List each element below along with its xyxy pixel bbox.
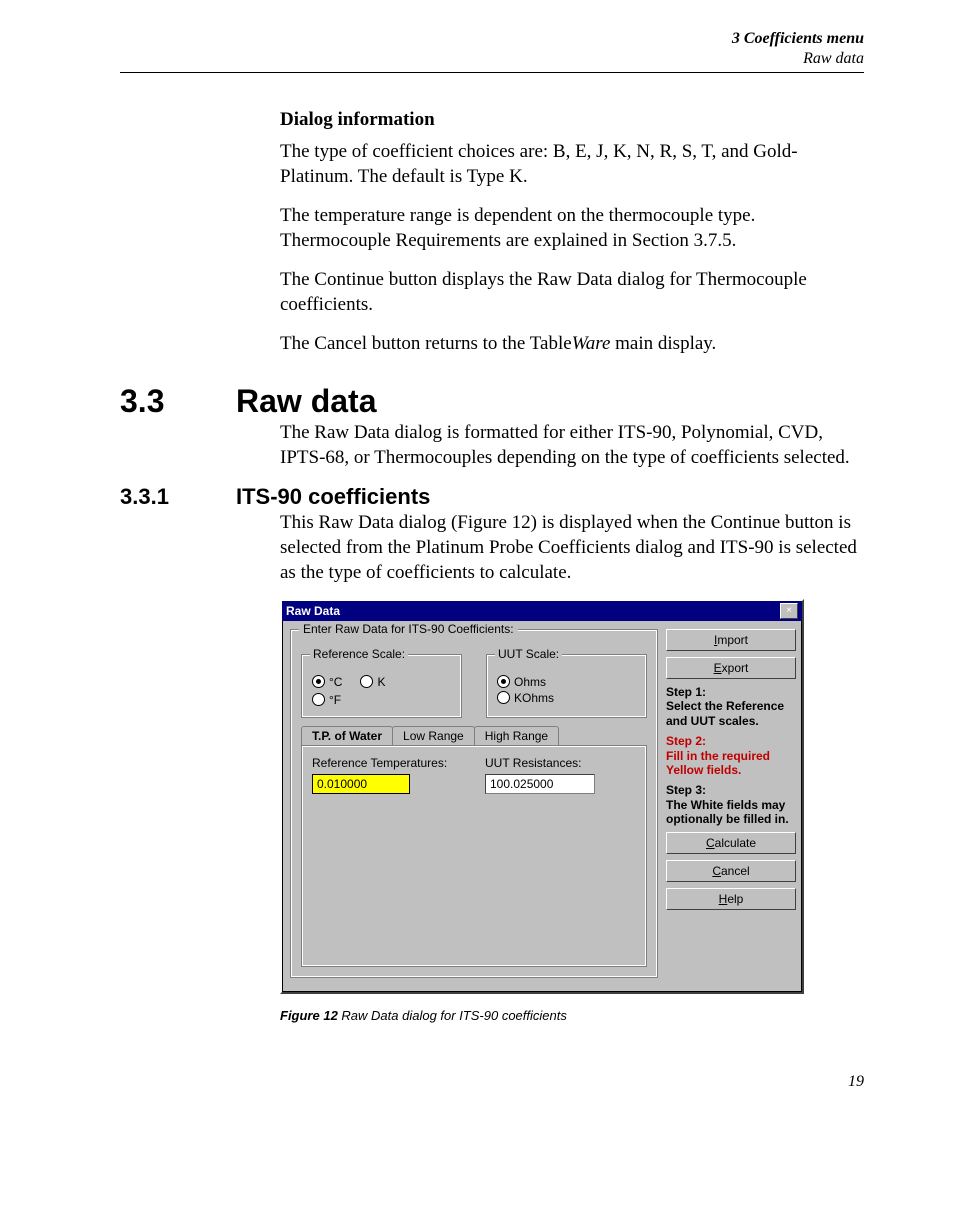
para-coef-types: The type of coefficient choices are: B, … xyxy=(280,139,864,189)
radio-dot-icon xyxy=(312,693,325,706)
ref-scale-k-radio[interactable]: K xyxy=(360,675,385,689)
figure-caption: Figure 12 Raw Data dialog for ITS-90 coe… xyxy=(280,1008,864,1023)
section-3-3-title: Raw data xyxy=(236,383,376,420)
tableware-em: Ware xyxy=(572,333,611,354)
section-3-3-number: 3.3 xyxy=(120,383,194,420)
radio-dot-icon xyxy=(360,675,373,688)
ref-scale-c-label: °C xyxy=(329,675,342,689)
uut-scale-group: UUT Scale: Ohms KOhms xyxy=(486,654,647,718)
cancel-button[interactable]: Cancel xyxy=(666,860,796,882)
cancel-rest: ancel xyxy=(721,864,750,878)
dialog-titlebar[interactable]: Raw Data × xyxy=(282,601,802,621)
uut-resistance-field[interactable]: 100.025000 xyxy=(485,774,595,794)
dialog-info-heading: Dialog information xyxy=(280,109,864,131)
figure-text: Raw Data dialog for ITS-90 coefficients xyxy=(338,1008,567,1023)
running-header: 3 Coefficients menu Raw data xyxy=(120,30,864,73)
enter-raw-data-group: Enter Raw Data for ITS-90 Coefficients: … xyxy=(290,629,658,978)
raw-data-dialog: Raw Data × Enter Raw Data for ITS-90 Coe… xyxy=(280,599,804,994)
cancel-accel: C xyxy=(712,864,721,878)
reference-scale-legend: Reference Scale: xyxy=(310,647,408,661)
reference-scale-group: Reference Scale: °C K °F xyxy=(301,654,462,718)
para-cancel-a: The Cancel button returns to the Table xyxy=(280,333,572,354)
help-button[interactable]: Help xyxy=(666,888,796,910)
step1-text: Step 1:Select the Reference and UUT scal… xyxy=(666,685,794,728)
step2-text: Step 2:Fill in the required Yellow field… xyxy=(666,734,794,777)
close-icon[interactable]: × xyxy=(780,603,798,619)
reference-temperatures-label: Reference Temperatures: xyxy=(312,756,463,770)
uut-scale-ohms-label: Ohms xyxy=(514,675,546,689)
uut-scale-ohms-radio[interactable]: Ohms xyxy=(497,675,636,689)
figure-label: Figure 12 xyxy=(280,1008,338,1023)
section-3-3-row: 3.3 Raw data xyxy=(120,383,864,420)
ref-scale-c-radio[interactable]: °C xyxy=(312,675,342,689)
section-3-3-1-para: This Raw Data dialog (Figure 12) is disp… xyxy=(280,510,864,585)
section-3-3-para: The Raw Data dialog is formatted for eit… xyxy=(280,420,864,470)
reference-temperature-field[interactable]: 0.010000 xyxy=(312,774,410,794)
dialog-title: Raw Data xyxy=(286,604,340,618)
radio-dot-icon xyxy=(497,675,510,688)
export-accel: E xyxy=(714,661,722,675)
section-3-3-1-number: 3.3.1 xyxy=(120,484,194,510)
para-temp-range: The temperature range is dependent on th… xyxy=(280,203,864,253)
section-3-3-1-title: ITS-90 coefficients xyxy=(236,484,430,510)
export-rest: xport xyxy=(722,661,749,675)
para-cancel: The Cancel button returns to the TableWa… xyxy=(280,331,864,356)
tab-panel: Reference Temperatures: 0.010000 UUT Res… xyxy=(301,745,647,967)
tab-low-range[interactable]: Low Range xyxy=(392,726,475,745)
runhead-chapter: 3 Coefficients menu xyxy=(120,30,864,48)
uut-resistances-label: UUT Resistances: xyxy=(485,756,636,770)
ref-scale-k-label: K xyxy=(377,675,385,689)
radio-dot-icon xyxy=(312,675,325,688)
page-number: 19 xyxy=(120,1073,864,1091)
calc-accel: C xyxy=(706,836,715,850)
step3-text: Step 3:The White fields may optionally b… xyxy=(666,783,794,826)
ref-scale-f-label: °F xyxy=(329,693,341,707)
radio-dot-icon xyxy=(497,691,510,704)
enter-raw-data-legend: Enter Raw Data for ITS-90 Coefficients: xyxy=(299,622,518,636)
ref-scale-f-radio[interactable]: °F xyxy=(312,693,451,707)
para-continue: The Continue button displays the Raw Dat… xyxy=(280,267,864,317)
calc-rest: alculate xyxy=(715,836,756,850)
uut-scale-legend: UUT Scale: xyxy=(495,647,562,661)
uut-scale-kohms-label: KOhms xyxy=(514,691,554,705)
help-rest: elp xyxy=(727,892,743,906)
tab-tp-of-water[interactable]: T.P. of Water xyxy=(301,726,393,745)
export-button[interactable]: Export xyxy=(666,657,796,679)
import-button[interactable]: Import xyxy=(666,629,796,651)
runhead-section: Raw data xyxy=(120,50,864,68)
tab-high-range[interactable]: High Range xyxy=(474,726,559,745)
uut-scale-kohms-radio[interactable]: KOhms xyxy=(497,691,636,705)
section-3-3-1-row: 3.3.1 ITS-90 coefficients xyxy=(120,484,864,510)
import-rest: mport xyxy=(717,633,748,647)
para-cancel-c: main display. xyxy=(610,333,716,354)
calculate-button[interactable]: Calculate xyxy=(666,832,796,854)
